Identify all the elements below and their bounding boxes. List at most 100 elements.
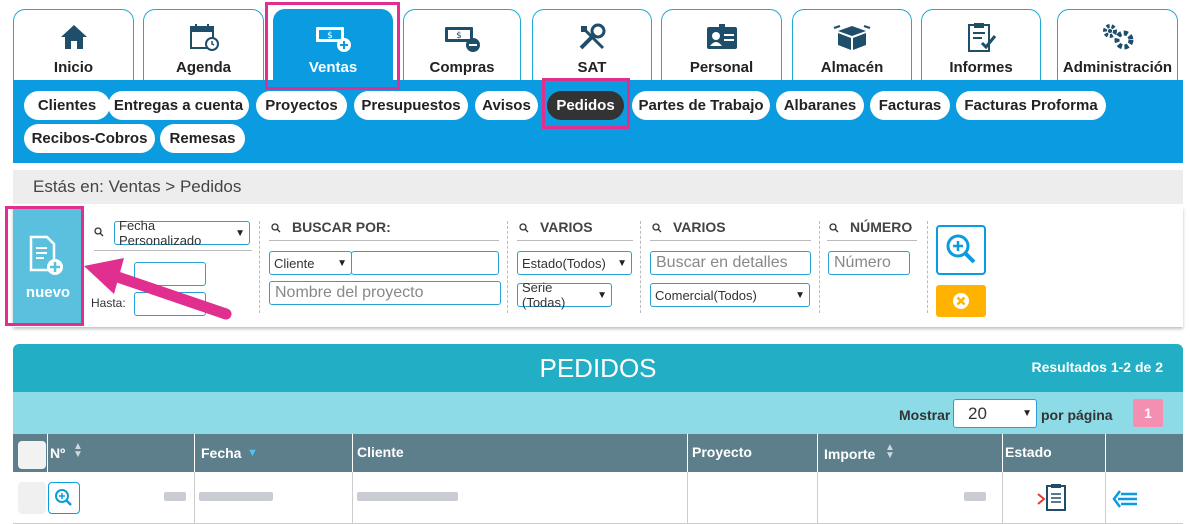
search-icon xyxy=(94,227,104,237)
tab-compras[interactable]: $ Compras xyxy=(403,9,521,80)
submenu-facturas[interactable]: Facturas xyxy=(870,91,950,120)
date-type-select[interactable]: Fecha Personalizado ▼ xyxy=(114,218,250,248)
mostrar-label: Mostrar xyxy=(899,407,951,423)
tab-almacen[interactable]: Almacén xyxy=(792,9,912,80)
menu-arrow-icon[interactable] xyxy=(1111,487,1139,511)
estado-select[interactable]: Estado(Todos) ▼ xyxy=(517,251,632,275)
search-button[interactable] xyxy=(936,225,986,275)
annotation-arrow-icon xyxy=(84,258,232,320)
sort-icon: ▲ ▼ xyxy=(885,442,895,461)
tab-inicio[interactable]: Inicio xyxy=(13,9,134,80)
tab-label: SAT xyxy=(577,59,607,76)
zoom-in-icon xyxy=(946,234,976,264)
highlight-ventas xyxy=(265,2,400,90)
home-icon xyxy=(14,20,133,54)
detalles-input[interactable]: Buscar en detalles xyxy=(650,251,811,275)
submenu-presupuestos[interactable]: Presupuestos xyxy=(354,91,468,120)
comercial-select[interactable]: Comercial(Todos) ▼ xyxy=(650,283,810,307)
blurred-date xyxy=(199,492,273,501)
app-root: Inicio Agenda $ Ventas $ Compras SAT Per… xyxy=(0,0,1190,524)
varios-title: VARIOS xyxy=(673,219,726,235)
page-button[interactable]: 1 xyxy=(1133,399,1163,427)
nombre-proyecto-input[interactable]: Nombre del proyecto xyxy=(269,281,501,305)
per-page-select[interactable]: 20 ▼ xyxy=(953,399,1037,428)
column-cliente[interactable]: Cliente xyxy=(353,434,688,472)
tab-label: Compras xyxy=(429,59,495,76)
svg-text:$: $ xyxy=(456,31,462,41)
submenu-facturas-proforma[interactable]: Facturas Proforma xyxy=(956,91,1106,120)
varios-title: VARIOS xyxy=(540,219,593,235)
module-tabs: Inicio Agenda $ Ventas $ Compras SAT Per… xyxy=(0,0,1190,80)
tab-label: Inicio xyxy=(53,59,94,76)
buscar-por-title: BUSCAR POR: xyxy=(292,219,391,235)
divider xyxy=(94,250,252,251)
row-cell-fecha xyxy=(195,472,353,524)
tab-administracion[interactable]: Administración xyxy=(1057,9,1178,80)
view-button[interactable] xyxy=(48,482,80,514)
column-importe[interactable]: Importe ▲ ▼ xyxy=(818,434,1003,472)
column-proyecto[interactable]: Proyecto xyxy=(688,434,818,472)
tab-agenda[interactable]: Agenda xyxy=(143,9,264,80)
chevron-down-icon: ▼ xyxy=(1022,408,1032,419)
serie-select[interactable]: Serie (Todas) ▼ xyxy=(517,280,612,310)
search-icon xyxy=(829,223,839,233)
tab-label: Personal xyxy=(689,59,754,76)
blurred-client xyxy=(357,492,458,501)
column-estado[interactable]: Estado xyxy=(1003,434,1106,472)
search-icon xyxy=(652,223,662,233)
select-all-cell xyxy=(13,434,48,472)
submenu-partes-de-trabajo[interactable]: Partes de Trabajo xyxy=(632,91,770,120)
calendar-icon xyxy=(144,20,263,54)
tab-label: Agenda xyxy=(175,59,231,76)
divider xyxy=(819,221,820,313)
column-fecha[interactable]: Fecha ▼ xyxy=(195,434,353,472)
por-pagina-label: por página xyxy=(1041,407,1113,423)
column-actions xyxy=(1106,434,1183,472)
submenu-albaranes[interactable]: Albaranes xyxy=(776,91,864,120)
select-all-checkbox[interactable] xyxy=(18,441,46,469)
tab-label: Informes xyxy=(949,59,1013,76)
divider xyxy=(259,221,260,313)
table-row[interactable] xyxy=(13,472,1183,524)
numero-input[interactable]: Número xyxy=(828,251,910,275)
search-icon xyxy=(519,223,529,233)
blurred-number xyxy=(164,492,186,501)
highlight-nuevo xyxy=(5,206,84,326)
tools-icon xyxy=(533,20,651,54)
chevron-down-icon: ▼ xyxy=(795,289,805,301)
column-numero[interactable]: Nº ▲ ▼ xyxy=(48,434,195,472)
submenu-recibos-cobros[interactable]: Recibos-Cobros xyxy=(24,124,155,153)
pagination-bar: Mostrar 20 ▼ por página 1 xyxy=(13,392,1183,434)
row-checkbox[interactable] xyxy=(18,482,46,514)
chevron-down-icon: ▼ xyxy=(235,227,245,239)
clear-filters-button[interactable] xyxy=(936,285,986,317)
divider xyxy=(269,240,499,241)
close-circle-icon xyxy=(953,293,969,309)
table-header: Nº ▲ ▼ Fecha ▼ Cliente Proyecto Importe ▲… xyxy=(13,434,1183,472)
tab-label: Administración xyxy=(1062,59,1173,76)
sort-icon: ▲ ▼ xyxy=(73,441,83,460)
cliente-search-input[interactable] xyxy=(351,251,499,275)
tab-informes[interactable]: Informes xyxy=(921,9,1041,80)
row-cell-proyecto xyxy=(688,472,818,524)
chevron-down-icon: ▼ xyxy=(337,257,347,269)
row-cell-estado xyxy=(1003,472,1106,524)
cliente-select[interactable]: Cliente ▼ xyxy=(269,251,352,275)
submenu-avisos[interactable]: Avisos xyxy=(475,91,538,120)
sort-desc-icon: ▼ xyxy=(247,447,258,459)
numero-title: NÚMERO xyxy=(850,219,913,235)
submenu-remesas[interactable]: Remesas xyxy=(160,124,245,153)
chevron-down-icon: ▼ xyxy=(617,257,627,269)
submenu-entregas-a-cuenta[interactable]: Entregas a cuenta xyxy=(108,91,249,120)
submenu-clientes[interactable]: Clientes xyxy=(24,91,110,120)
clipboard-status-icon[interactable] xyxy=(1037,483,1071,513)
submenu-proyectos[interactable]: Proyectos xyxy=(256,91,347,120)
divider xyxy=(640,221,641,313)
row-cell-cliente xyxy=(353,472,688,524)
tab-sat[interactable]: SAT xyxy=(532,9,652,80)
breadcrumb: Estás en: Ventas > Pedidos xyxy=(13,170,1183,204)
chevron-down-icon: ▼ xyxy=(597,289,607,301)
boxes-icon xyxy=(793,20,911,54)
tab-personal[interactable]: Personal xyxy=(661,9,782,80)
row-cell-numero xyxy=(13,472,195,524)
